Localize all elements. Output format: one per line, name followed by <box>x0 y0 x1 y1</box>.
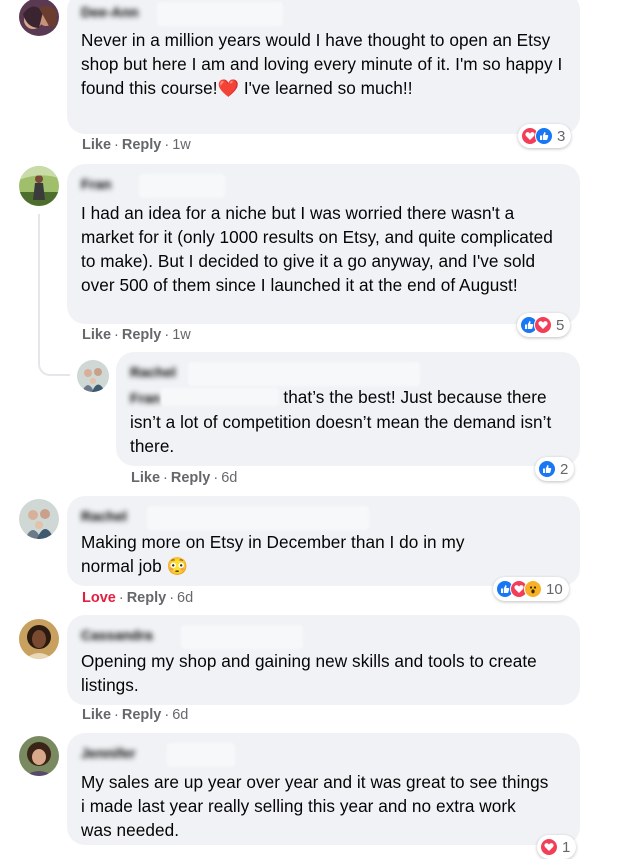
reaction-summary[interactable]: 10 <box>493 577 569 601</box>
name-redaction <box>157 2 283 26</box>
name-redaction <box>139 174 225 198</box>
wow-icon <box>524 580 542 598</box>
like-button[interactable]: Like <box>82 137 111 153</box>
reply-button[interactable]: Reply <box>127 590 167 606</box>
like-icon <box>535 127 553 145</box>
thread-connector <box>38 214 70 376</box>
reaction-count: 3 <box>557 127 566 145</box>
comment-actions: Love · Reply · 6d <box>82 590 194 606</box>
reaction-summary[interactable]: 1 <box>537 835 577 859</box>
mention-redaction <box>160 388 279 406</box>
reply-button[interactable]: Reply <box>122 707 162 723</box>
reaction-count: 1 <box>562 838 571 856</box>
name-redaction <box>188 362 420 386</box>
comment-actions: Like · Reply · 6d <box>131 470 238 486</box>
timestamp[interactable]: 6d <box>172 707 188 723</box>
reply-button[interactable]: Reply <box>122 137 162 153</box>
avatar[interactable] <box>19 499 59 539</box>
heart-icon <box>534 316 552 334</box>
comment-bubble: Cassandra Opening my shop and gaining ne… <box>67 615 580 705</box>
comment-actions: Like · Reply · 6d <box>82 707 189 723</box>
comment-bubble: Fran I had an idea for a niche but I was… <box>67 164 580 324</box>
comment-text: Making more on Etsy in December than I d… <box>81 532 465 576</box>
name-redaction <box>167 743 235 767</box>
avatar[interactable] <box>77 360 109 392</box>
mention-tag[interactable]: Fran <box>130 390 161 406</box>
comment-text: Opening my shop and gaining new skills a… <box>81 651 537 695</box>
reaction-summary[interactable]: 5 <box>517 313 571 337</box>
comment-bubble: Rachel Making more on Etsy in December t… <box>67 496 580 586</box>
avatar[interactable] <box>19 619 59 659</box>
like-button[interactable]: Like <box>131 470 160 486</box>
commenter-name[interactable]: Rachel <box>130 361 176 383</box>
timestamp[interactable]: 1w <box>172 137 191 153</box>
like-button[interactable]: Like <box>82 327 111 343</box>
commenter-name[interactable]: Rachel <box>81 505 127 527</box>
comment-bubble: Jennifer My sales are up year over year … <box>67 733 580 845</box>
reaction-count: 5 <box>556 316 565 334</box>
comment-text: My sales are up year over year and it wa… <box>81 772 549 840</box>
reaction-count: 10 <box>546 580 563 598</box>
commenter-name[interactable]: Dee-Ann <box>81 1 139 23</box>
reaction-summary[interactable]: 3 <box>518 124 572 148</box>
comment-actions: Like · Reply · 1w <box>82 327 191 343</box>
reply-bubble: Rachel Fran that’s the best! Just becaus… <box>116 352 580 466</box>
commenter-name[interactable]: Cassandra <box>81 624 153 646</box>
like-button[interactable]: Like <box>82 707 111 723</box>
comment-actions: Like · Reply · 1w <box>82 137 191 153</box>
reply-button[interactable]: Reply <box>122 327 162 343</box>
reply-button[interactable]: Reply <box>171 470 211 486</box>
reaction-count: 2 <box>560 460 569 478</box>
avatar[interactable] <box>19 0 59 36</box>
avatar[interactable] <box>19 166 59 206</box>
name-redaction <box>147 506 369 530</box>
heart-icon <box>540 838 558 856</box>
comment-text: I had an idea for a niche but I was worr… <box>81 203 553 295</box>
commenter-name[interactable]: Jennifer <box>81 742 135 764</box>
comment-bubble: Dee-Ann Never in a million years would I… <box>67 0 580 134</box>
comment-text: Fran that’s the best! Just because there… <box>130 385 566 458</box>
like-icon <box>538 460 556 478</box>
love-reaction-button[interactable]: Love <box>82 590 116 606</box>
name-redaction <box>181 625 303 649</box>
avatar[interactable] <box>19 736 59 776</box>
comment-text: Never in a million years would I have th… <box>81 30 563 98</box>
timestamp[interactable]: 1w <box>172 327 191 343</box>
commenter-name[interactable]: Fran <box>81 173 111 195</box>
timestamp[interactable]: 6d <box>221 470 237 486</box>
timestamp[interactable]: 6d <box>177 590 193 606</box>
reaction-summary[interactable]: 2 <box>535 457 575 481</box>
